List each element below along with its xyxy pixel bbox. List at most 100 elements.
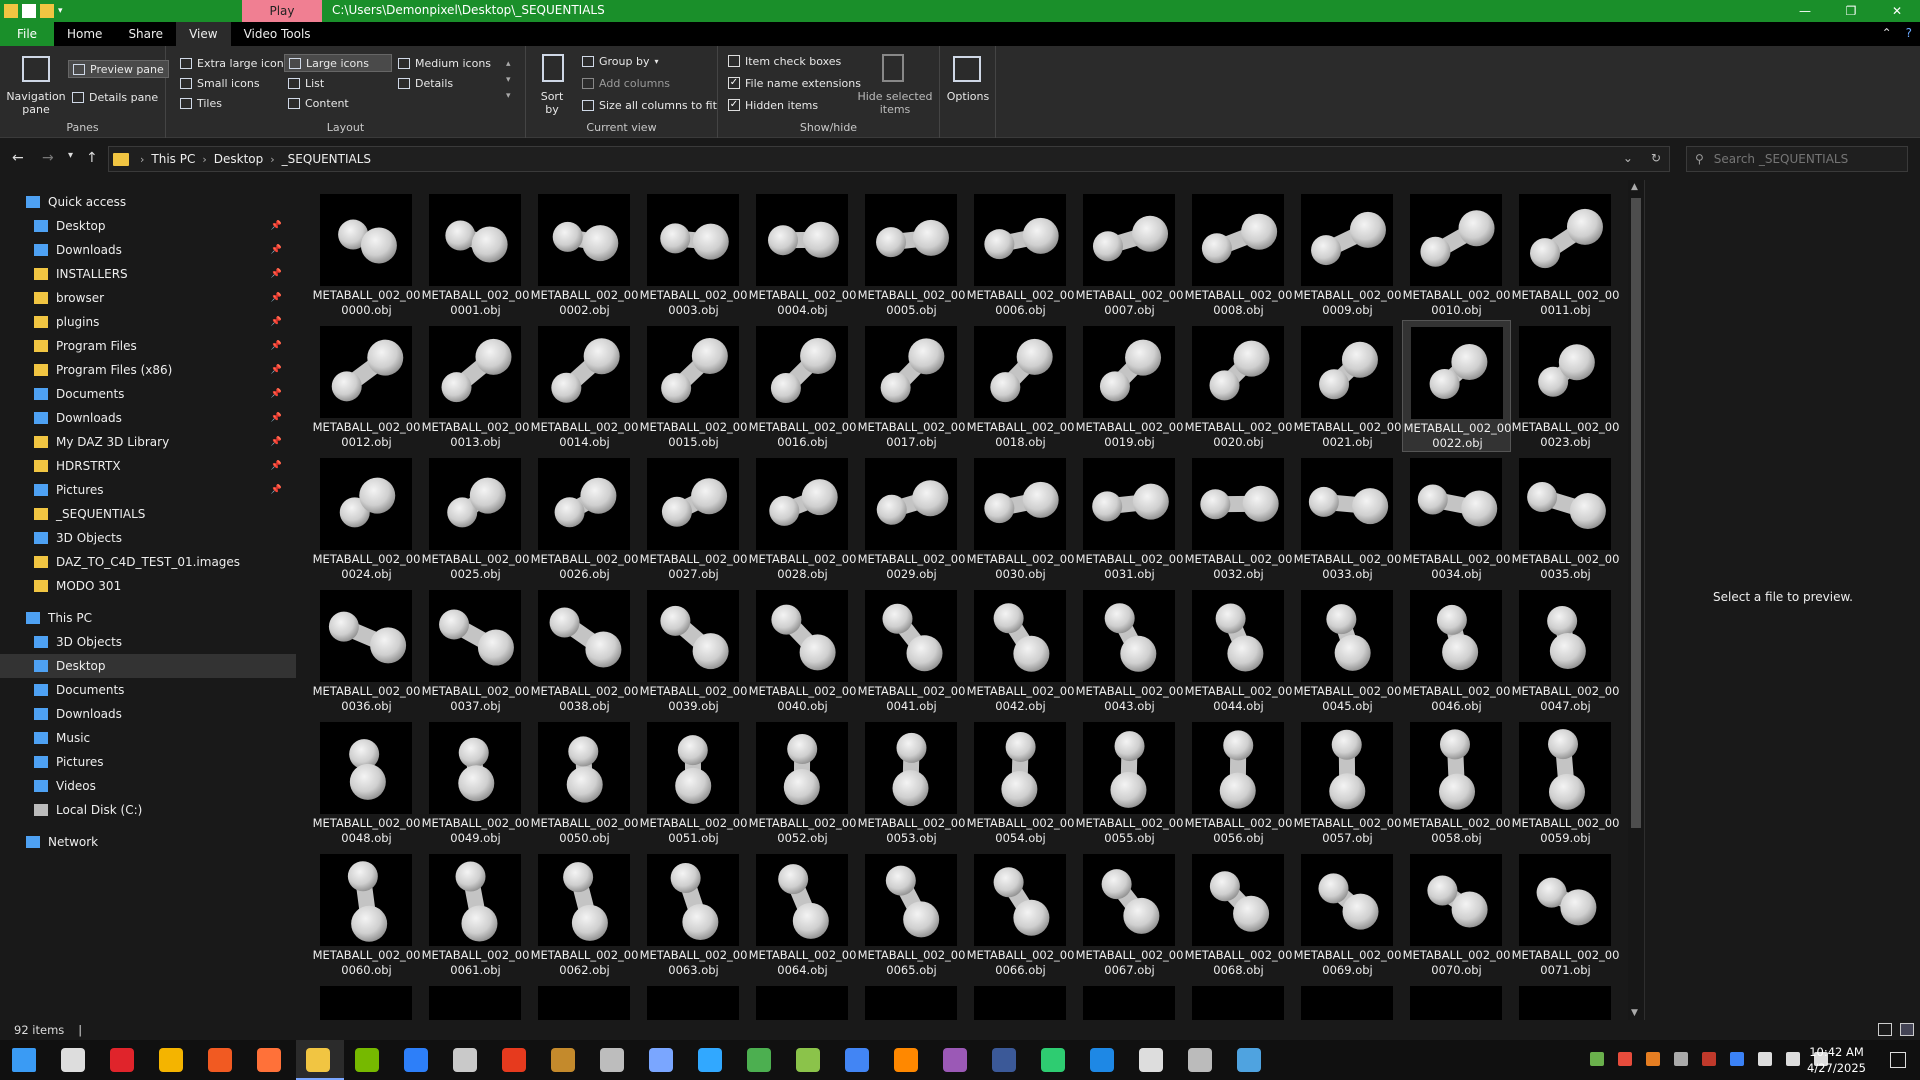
file-item[interactable]: METABALL_002_000059.obj <box>1511 716 1620 848</box>
play-context-tab[interactable]: Play <box>242 0 322 22</box>
large-icons-view-icon[interactable] <box>1900 1023 1914 1036</box>
file-item[interactable]: METABALL_002_000031.obj <box>1075 452 1184 584</box>
file-item[interactable]: METABALL_002_000067.obj <box>1075 848 1184 980</box>
file-item[interactable]: METABALL_002_000004.obj <box>748 188 857 320</box>
pin-icon[interactable]: 📌 <box>271 413 282 423</box>
sidebar-item-documents[interactable]: Documents 📌 <box>0 382 296 406</box>
start-icon[interactable] <box>12 1048 36 1072</box>
refresh-icon[interactable]: ↻ <box>1651 151 1661 165</box>
breadcrumb-this-pc[interactable]: This PC <box>147 152 199 166</box>
scrollbar-thumb[interactable] <box>1631 198 1641 828</box>
file-item[interactable] <box>1293 980 1402 1020</box>
file-item[interactable]: METABALL_002_000052.obj <box>748 716 857 848</box>
sidebar-item-3d-objects[interactable]: 3D Objects <box>0 526 296 550</box>
file-item[interactable] <box>312 980 421 1020</box>
file-item[interactable]: METABALL_002_000043.obj <box>1075 584 1184 716</box>
file-item[interactable]: METABALL_002_000054.obj <box>966 716 1075 848</box>
file-item[interactable]: METABALL_002_000001.obj <box>421 188 530 320</box>
pin-icon[interactable]: 📌 <box>271 221 282 231</box>
photoshop-icon[interactable] <box>698 1048 722 1072</box>
file-item[interactable]: METABALL_002_000047.obj <box>1511 584 1620 716</box>
tab-home[interactable]: Home <box>54 22 115 46</box>
file-item[interactable]: METABALL_002_000033.obj <box>1293 452 1402 584</box>
pin-icon[interactable]: 📌 <box>271 269 282 279</box>
sidebar-item-program-files[interactable]: Program Files 📌 <box>0 334 296 358</box>
file-explorer-icon[interactable] <box>306 1048 330 1072</box>
vlc-icon[interactable] <box>894 1048 918 1072</box>
details-view-icon[interactable] <box>1878 1023 1892 1036</box>
keyboard-icon[interactable] <box>1758 1052 1772 1066</box>
nav-network[interactable]: Network <box>0 830 296 854</box>
file-item[interactable]: METABALL_002_000068.obj <box>1184 848 1293 980</box>
file-item[interactable]: METABALL_002_000055.obj <box>1075 716 1184 848</box>
sidebar-item-downloads[interactable]: Downloads 📌 <box>0 238 296 262</box>
file-item[interactable]: METABALL_002_000024.obj <box>312 452 421 584</box>
file-item[interactable]: METABALL_002_000005.obj <box>857 188 966 320</box>
add-columns-button[interactable]: Add columns <box>578 74 674 92</box>
file-item[interactable]: METABALL_002_000053.obj <box>857 716 966 848</box>
file-item[interactable]: METABALL_002_000000.obj <box>312 188 421 320</box>
minimize-button[interactable]: — <box>1782 0 1828 22</box>
sidebar-item-pictures[interactable]: Pictures 📌 <box>0 478 296 502</box>
file-item[interactable] <box>639 980 748 1020</box>
file-item[interactable]: METABALL_002_000037.obj <box>421 584 530 716</box>
bluetooth-icon[interactable] <box>1730 1052 1744 1066</box>
file-item[interactable]: METABALL_002_000057.obj <box>1293 716 1402 848</box>
size-all-columns-button[interactable]: Size all columns to fit <box>578 96 721 114</box>
file-item[interactable]: METABALL_002_000003.obj <box>639 188 748 320</box>
tab-view[interactable]: View <box>176 22 231 46</box>
close-button[interactable]: ✕ <box>1874 0 1920 22</box>
file-item[interactable]: METABALL_002_000014.obj <box>530 320 639 452</box>
help-icon[interactable]: ? <box>1906 26 1912 40</box>
tab-share[interactable]: Share <box>115 22 176 46</box>
sidebar-item-modo-301[interactable]: MODO 301 <box>0 574 296 598</box>
preview-pane-button[interactable]: Preview pane <box>68 60 169 78</box>
file-item[interactable]: METABALL_002_000009.obj <box>1293 188 1402 320</box>
pin-icon[interactable]: 📌 <box>271 461 282 471</box>
file-item[interactable]: METABALL_002_000069.obj <box>1293 848 1402 980</box>
file-item[interactable] <box>1402 980 1511 1020</box>
file-item[interactable]: METABALL_002_000044.obj <box>1184 584 1293 716</box>
file-item[interactable]: METABALL_002_000060.obj <box>312 848 421 980</box>
file-item[interactable] <box>748 980 857 1020</box>
sort-by-button[interactable] <box>538 54 568 82</box>
properties-icon[interactable] <box>22 4 36 18</box>
scroll-up-arrow-icon[interactable]: ▲ <box>1631 182 1638 192</box>
sidebar-pc-desktop[interactable]: Desktop <box>0 654 296 678</box>
hidden-items-toggle[interactable]: ✓ Hidden items <box>724 96 822 114</box>
chevron-down-icon[interactable]: ▾ <box>58 6 63 16</box>
file-item[interactable]: METABALL_002_000012.obj <box>312 320 421 452</box>
file-item[interactable]: METABALL_002_000042.obj <box>966 584 1075 716</box>
firefox-icon[interactable] <box>257 1048 281 1072</box>
vertical-scrollbar[interactable]: ▲ ▼ <box>1628 180 1644 1020</box>
sidebar-pc-music[interactable]: Music <box>0 726 296 750</box>
small-icons-button[interactable]: Small icons <box>176 74 264 92</box>
wifi-icon[interactable] <box>1786 1052 1800 1066</box>
file-item[interactable] <box>530 980 639 1020</box>
app-icon[interactable] <box>404 1048 428 1072</box>
breadcrumb-sequentials[interactable]: _SEQUENTIALS <box>278 152 375 166</box>
app-icon[interactable] <box>1237 1048 1261 1072</box>
file-item[interactable]: METABALL_002_000029.obj <box>857 452 966 584</box>
file-item[interactable]: METABALL_002_000010.obj <box>1402 188 1511 320</box>
file-item[interactable]: METABALL_002_000046.obj <box>1402 584 1511 716</box>
file-item[interactable]: METABALL_002_000002.obj <box>530 188 639 320</box>
file-item[interactable]: METABALL_002_000051.obj <box>639 716 748 848</box>
sidebar-item-daz-to-c4d-test-01-images[interactable]: DAZ_TO_C4D_TEST_01.images <box>0 550 296 574</box>
recent-locations-icon[interactable]: ▾ <box>68 150 73 161</box>
pin-icon[interactable]: 📌 <box>271 389 282 399</box>
sidebar-item-my-daz-3d-library[interactable]: My DAZ 3D Library 📌 <box>0 430 296 454</box>
app-icon[interactable] <box>1090 1048 1114 1072</box>
settings-icon[interactable] <box>1139 1048 1163 1072</box>
forward-arrow-icon[interactable]: → <box>42 150 54 166</box>
search-input[interactable] <box>1713 152 1894 166</box>
tab-file[interactable]: File <box>0 22 54 46</box>
file-item[interactable]: METABALL_002_000021.obj <box>1293 320 1402 452</box>
pin-icon[interactable]: 📌 <box>271 293 282 303</box>
daz-studio-icon[interactable] <box>551 1048 575 1072</box>
file-item[interactable]: METABALL_002_000028.obj <box>748 452 857 584</box>
breadcrumb-separator-icon[interactable]: › <box>137 153 147 166</box>
breadcrumb-separator-icon[interactable]: › <box>199 153 209 166</box>
file-item[interactable]: METABALL_002_000007.obj <box>1075 188 1184 320</box>
file-item[interactable]: METABALL_002_000018.obj <box>966 320 1075 452</box>
